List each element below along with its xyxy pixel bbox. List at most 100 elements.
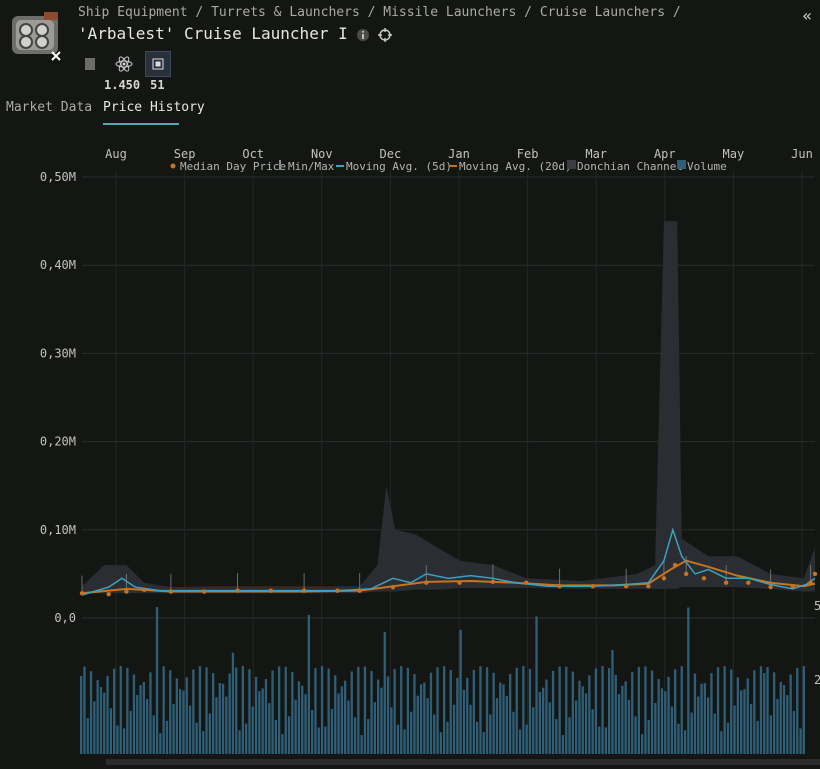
volume-bar bbox=[172, 703, 175, 754]
x-tick-label: Oct bbox=[242, 147, 264, 161]
volume-bar bbox=[740, 690, 743, 754]
price-history-chart-svg: 0,50M 0,40M 0,30M 0,20M 0,10M 0,0 Aug Sep Oct Nov… bbox=[40, 147, 820, 765]
volume-bar bbox=[380, 687, 383, 754]
breadcrumb-item[interactable]: Ship Equipment bbox=[78, 5, 188, 20]
volume-bar bbox=[469, 704, 472, 754]
median-point bbox=[683, 571, 689, 577]
volume-bar bbox=[720, 731, 723, 754]
cpu-icon[interactable] bbox=[145, 51, 171, 77]
volume-bar bbox=[799, 728, 802, 754]
volume-bar bbox=[139, 685, 142, 754]
volume-bar bbox=[674, 669, 677, 754]
volume-bar bbox=[680, 666, 683, 754]
volume-bar bbox=[393, 668, 396, 754]
volume-bar bbox=[594, 668, 598, 754]
volume-bar bbox=[301, 685, 304, 754]
volume-bar bbox=[502, 684, 505, 754]
volume-bar bbox=[492, 672, 495, 754]
volume-bar bbox=[370, 670, 373, 754]
x-tick-label: Apr bbox=[654, 147, 676, 161]
median-point bbox=[490, 579, 496, 585]
double-chevron-left-icon[interactable]: « bbox=[802, 6, 812, 25]
volume-bar bbox=[736, 677, 739, 754]
x-tick-label: Feb bbox=[517, 147, 539, 161]
volume-bar bbox=[113, 668, 116, 754]
median-point bbox=[424, 580, 429, 585]
median-point bbox=[623, 584, 629, 589]
median-point bbox=[390, 584, 396, 590]
volume-bar bbox=[763, 673, 766, 754]
volume-bar bbox=[509, 673, 512, 754]
breadcrumb-separator: / bbox=[195, 5, 204, 20]
volume-bar bbox=[340, 686, 343, 754]
median-point bbox=[723, 580, 729, 585]
volume-bar bbox=[782, 684, 786, 754]
volume-bar bbox=[723, 666, 726, 754]
volume-bar bbox=[99, 687, 103, 754]
volume-bar bbox=[561, 735, 565, 754]
volume-axis-label: 5 bbox=[814, 599, 820, 613]
volume-bar bbox=[347, 700, 350, 754]
volume-bar bbox=[159, 733, 162, 754]
volume-bar bbox=[228, 673, 231, 754]
volume-bar bbox=[93, 701, 96, 754]
breadcrumb-item[interactable]: Cruise Launchers bbox=[540, 5, 665, 20]
median-point bbox=[335, 588, 340, 593]
volume-bar bbox=[241, 666, 244, 754]
volume-bar bbox=[528, 668, 532, 754]
volume-bar bbox=[86, 718, 89, 754]
volume-bar bbox=[542, 687, 545, 754]
volume-bar bbox=[410, 711, 413, 754]
volume-bar bbox=[796, 667, 799, 754]
atom-icon[interactable] bbox=[112, 52, 136, 76]
breadcrumb-item[interactable]: Missile Launchers bbox=[383, 5, 516, 20]
breadcrumb-item[interactable]: Turrets & Launchers bbox=[211, 5, 360, 20]
volume-bar bbox=[132, 674, 136, 754]
cpu-value: 51 bbox=[150, 78, 165, 92]
volume-bar bbox=[452, 704, 456, 754]
volume-bar bbox=[743, 689, 746, 754]
volume-bar bbox=[96, 680, 99, 754]
volume-bar bbox=[660, 688, 664, 754]
tabs: Market Data Price History bbox=[0, 100, 820, 126]
volume-bar bbox=[152, 715, 155, 754]
timeline-scroll-strip bbox=[106, 759, 820, 765]
volume-bar bbox=[700, 683, 703, 754]
legend-label: Donchian Channel bbox=[577, 160, 683, 173]
tab-market-data[interactable]: Market Data bbox=[6, 100, 92, 115]
volume-bar bbox=[627, 699, 631, 754]
tab-price-history[interactable]: Price History bbox=[103, 100, 205, 115]
legend-label: Moving Avg. (20d) bbox=[459, 160, 572, 173]
volume-bar bbox=[103, 692, 106, 754]
volume-bar bbox=[192, 669, 195, 754]
volume-bar bbox=[182, 690, 185, 754]
volume-bar bbox=[416, 695, 419, 754]
volume-bar bbox=[515, 667, 518, 754]
volume-bar bbox=[238, 730, 241, 754]
volume-bar bbox=[644, 666, 647, 754]
volume-bar bbox=[518, 729, 522, 754]
module-icon[interactable] bbox=[78, 52, 102, 76]
page-title: 'Arbalest' Cruise Launcher I bbox=[78, 24, 392, 43]
volume-bar bbox=[565, 666, 568, 754]
crosshair-icon[interactable] bbox=[377, 27, 392, 42]
volume-bar bbox=[588, 675, 591, 754]
volume-bar bbox=[756, 720, 759, 754]
volume-bar bbox=[601, 666, 604, 754]
median-point bbox=[790, 584, 795, 589]
median-point bbox=[590, 584, 596, 589]
median-point bbox=[672, 562, 678, 568]
volume-bar bbox=[294, 699, 297, 754]
volume-bar bbox=[221, 683, 225, 754]
legend-label: Median Day Price bbox=[180, 160, 286, 173]
volume-bar bbox=[650, 670, 654, 754]
info-icon[interactable] bbox=[356, 27, 370, 41]
volume-bar bbox=[730, 669, 733, 754]
volume-bar bbox=[297, 681, 301, 754]
y-tick-label: 0,30M bbox=[40, 346, 76, 360]
volume-bar bbox=[637, 666, 640, 754]
volume-bar bbox=[769, 715, 772, 754]
volume-bar bbox=[350, 671, 353, 754]
volume-bar bbox=[792, 710, 796, 754]
volume-bar bbox=[690, 712, 693, 754]
